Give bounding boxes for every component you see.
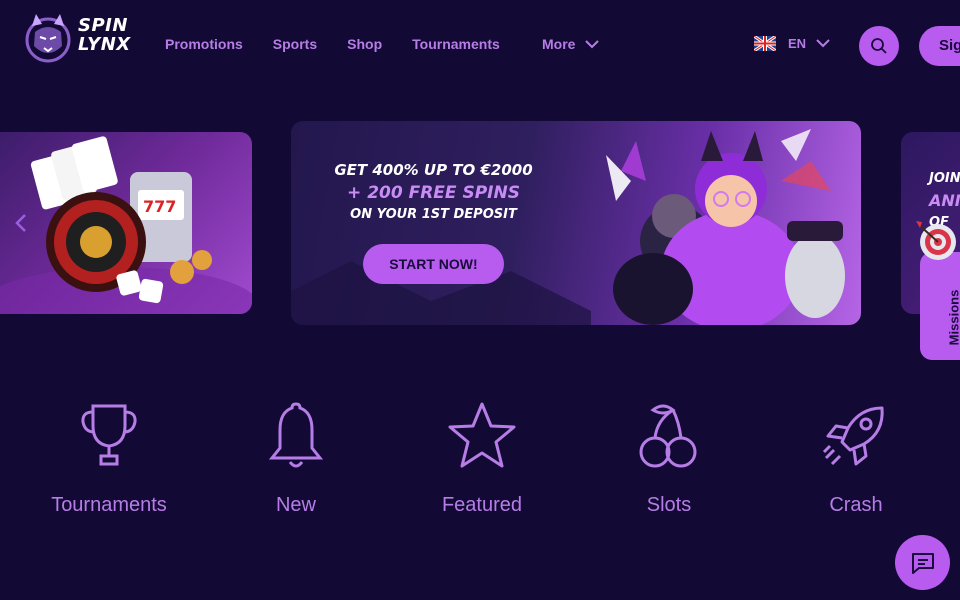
characters-illustration: [291, 129, 845, 325]
brand-line2: LYNX: [78, 34, 131, 55]
nav-sports[interactable]: Sports: [273, 36, 317, 56]
promo-banner-welcome[interactable]: GET 400% UP TO €2000 + 200 FREE SPINS ON…: [291, 121, 861, 325]
start-now-button[interactable]: START NOW!: [363, 244, 504, 284]
next-banner-line2: ANI: [929, 191, 960, 210]
brand-name: SPIN LYNX: [78, 16, 131, 54]
next-banner-line1: JOIN: [929, 171, 960, 186]
language-code: EN: [788, 36, 807, 51]
header: SPIN LYNX Promotions Sports Shop Tournam…: [0, 0, 960, 92]
promo-line2: + 200 FREE SPINS: [347, 183, 520, 203]
nav-tournaments[interactable]: Tournaments: [412, 36, 500, 56]
target-icon: [916, 221, 956, 260]
brand-line1: SPIN: [78, 15, 128, 36]
main-nav: Promotions Sports Shop Tournaments: [165, 36, 530, 56]
chat-button[interactable]: [895, 535, 950, 590]
spin-lynx-logo[interactable]: SPIN LYNX: [22, 12, 147, 64]
nav-more[interactable]: More: [542, 36, 600, 52]
category-label: Slots: [646, 494, 692, 516]
search-icon: [871, 38, 887, 54]
category-label: Featured: [441, 494, 523, 516]
casino-illustration: 777: [0, 136, 252, 314]
category-label: New: [275, 494, 316, 516]
nav-promotions[interactable]: Promotions: [165, 36, 243, 56]
missions-tab[interactable]: Missions: [916, 221, 960, 360]
promo-banner-casino[interactable]: 777: [0, 132, 252, 314]
category-tournaments[interactable]: Tournaments: [24, 400, 194, 517]
category-label: Crash: [829, 494, 883, 516]
promo-line3: ON YOUR 1ST DEPOSIT: [350, 207, 517, 222]
language-selector[interactable]: EN: [754, 36, 830, 51]
category-new[interactable]: New: [211, 400, 381, 517]
chat-icon: [911, 552, 934, 574]
category-slots[interactable]: Slots: [584, 400, 754, 517]
category-featured[interactable]: Featured: [397, 400, 567, 517]
cherries-icon: [639, 404, 697, 468]
rocket-icon: [822, 406, 884, 466]
category-row: Tournaments New Featured Slots Crash: [0, 400, 960, 530]
more-label: More: [542, 36, 576, 52]
uk-flag-icon: [754, 36, 776, 51]
trophy-icon: [81, 404, 137, 466]
lynx-logo-icon: [25, 14, 71, 63]
chevron-down-icon: [585, 39, 600, 48]
bell-icon: [268, 402, 324, 468]
category-crash[interactable]: Crash: [771, 400, 941, 517]
nav-shop[interactable]: Shop: [347, 36, 382, 56]
search-button[interactable]: [859, 26, 899, 66]
star-icon: [448, 402, 516, 468]
signup-button[interactable]: Sig: [919, 26, 960, 66]
category-label: Tournaments: [51, 494, 167, 516]
carousel-prev-icon[interactable]: [14, 213, 28, 233]
missions-label: Missions: [946, 289, 960, 346]
svg-text:777: 777: [143, 197, 176, 216]
promo-text: GET 400% UP TO €2000 + 200 FREE SPINS ON…: [291, 161, 576, 222]
promo-line1: GET 400% UP TO €2000: [334, 161, 533, 179]
chevron-down-icon: [816, 39, 830, 48]
